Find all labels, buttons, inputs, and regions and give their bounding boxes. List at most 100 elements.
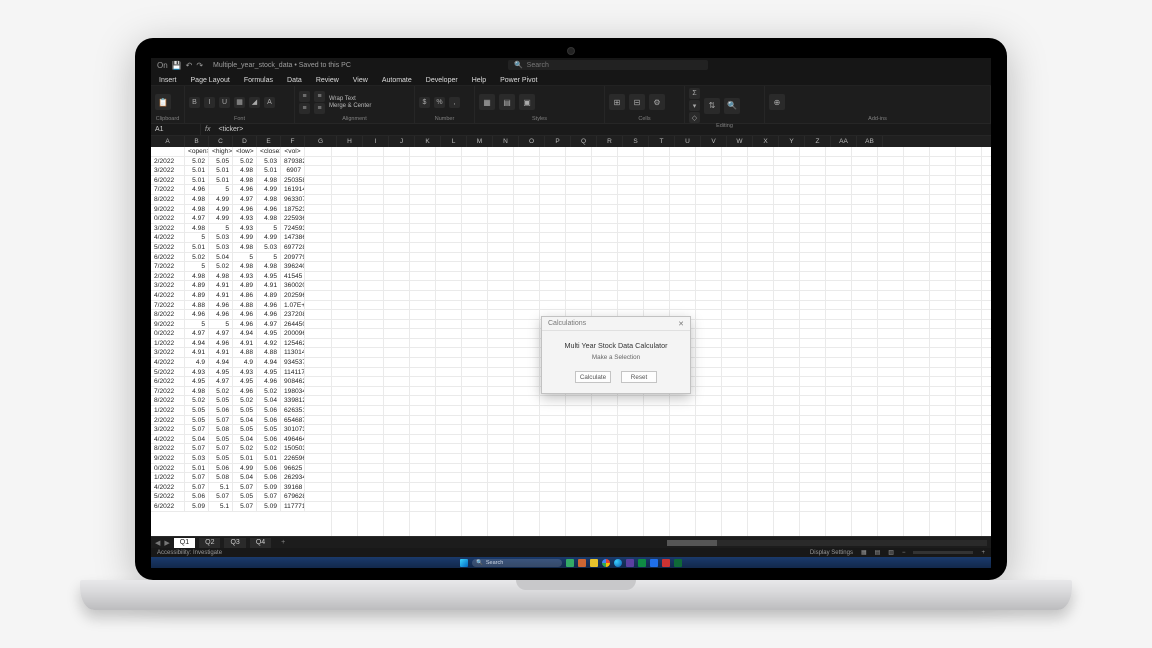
- column-header[interactable]: U: [675, 136, 701, 147]
- cell[interactable]: 4.99: [209, 205, 233, 214]
- cell[interactable]: 5.05: [209, 435, 233, 444]
- cell[interactable]: 4.98: [233, 176, 257, 185]
- cell[interactable]: 4.91: [185, 348, 209, 357]
- cell[interactable]: 4.95: [209, 368, 233, 377]
- column-header[interactable]: R: [597, 136, 623, 147]
- cell[interactable]: 4.94: [257, 358, 281, 367]
- ribbon-tab[interactable]: Formulas: [242, 76, 275, 85]
- cell[interactable]: 5.07: [209, 492, 233, 501]
- cell[interactable]: 5.02: [185, 396, 209, 405]
- cell[interactable]: 4.95: [185, 377, 209, 386]
- percent-icon[interactable]: %: [434, 97, 445, 108]
- clear-icon[interactable]: ◇: [689, 112, 700, 123]
- cell[interactable]: 41545: [281, 272, 305, 281]
- taskbar-app-icon[interactable]: [650, 559, 658, 567]
- cell[interactable]: 4.9: [233, 358, 257, 367]
- column-header[interactable]: L: [441, 136, 467, 147]
- cell[interactable]: 5.03: [257, 157, 281, 166]
- cell[interactable]: 4.89: [185, 281, 209, 290]
- cell[interactable]: 1141170: [281, 368, 305, 377]
- cell[interactable]: 5.01: [209, 176, 233, 185]
- cell[interactable]: 4.98: [185, 272, 209, 281]
- cell[interactable]: 5: [185, 320, 209, 329]
- search-box[interactable]: 🔍 Search: [508, 60, 708, 70]
- cell[interactable]: 8/2022: [151, 195, 185, 204]
- merge-center-button[interactable]: Merge & Center: [329, 103, 371, 109]
- cell[interactable]: 187523: [281, 205, 305, 214]
- cell[interactable]: 4.96: [257, 301, 281, 310]
- cell[interactable]: 237208: [281, 310, 305, 319]
- cell[interactable]: 5: [257, 224, 281, 233]
- cell[interactable]: 4.91: [209, 291, 233, 300]
- cell[interactable]: 5.04: [233, 435, 257, 444]
- add-sheet-button[interactable]: +: [275, 538, 291, 548]
- cell[interactable]: 5/2022: [151, 492, 185, 501]
- start-button[interactable]: [460, 559, 468, 567]
- cell[interactable]: 5.05: [233, 425, 257, 434]
- cell[interactable]: 724593: [281, 224, 305, 233]
- cell[interactable]: 4.98: [185, 205, 209, 214]
- format-cells-icon[interactable]: ⚙: [649, 94, 665, 110]
- cell[interactable]: 5.08: [209, 425, 233, 434]
- reset-button[interactable]: Reset: [621, 371, 657, 383]
- cell[interactable]: 3/2022: [151, 425, 185, 434]
- cell[interactable]: 6/2022: [151, 502, 185, 511]
- cell[interactable]: 5/2022: [151, 243, 185, 252]
- cell[interactable]: 4/2022: [151, 358, 185, 367]
- column-header[interactable]: V: [701, 136, 727, 147]
- cell[interactable]: 5.02: [185, 157, 209, 166]
- cell[interactable]: 4.98: [257, 195, 281, 204]
- fill-color-icon[interactable]: ◢: [249, 97, 260, 108]
- cell[interactable]: 4.89: [233, 281, 257, 290]
- cell[interactable]: 4.89: [185, 291, 209, 300]
- zoom-in-button[interactable]: +: [981, 550, 985, 556]
- cell[interactable]: 4.89: [257, 291, 281, 300]
- cell[interactable]: 360020: [281, 281, 305, 290]
- cell[interactable]: 5.04: [185, 435, 209, 444]
- cell[interactable]: 5.09: [185, 502, 209, 511]
- cell[interactable]: 9/2022: [151, 454, 185, 463]
- cell[interactable]: 5.04: [233, 416, 257, 425]
- cell[interactable]: 5.02: [233, 444, 257, 453]
- cell[interactable]: 3/2022: [151, 166, 185, 175]
- column-header[interactable]: N: [493, 136, 519, 147]
- cell[interactable]: 5.01: [185, 166, 209, 175]
- column-header[interactable]: AA: [831, 136, 857, 147]
- cell[interactable]: 5.04: [233, 473, 257, 482]
- sheet-tab[interactable]: Q1: [174, 538, 195, 548]
- cell[interactable]: 4.91: [233, 339, 257, 348]
- column-header[interactable]: K: [415, 136, 441, 147]
- cell[interactable]: 396240: [281, 262, 305, 271]
- ribbon-tab[interactable]: Automate: [380, 76, 414, 85]
- taskbar-app-icon[interactable]: [626, 559, 634, 567]
- cell[interactable]: 5.02: [233, 157, 257, 166]
- ribbon-tab[interactable]: Power Pivot: [498, 76, 539, 85]
- cell[interactable]: 8/2022: [151, 444, 185, 453]
- cell[interactable]: 4.95: [257, 329, 281, 338]
- ribbon-tab[interactable]: Page Layout: [189, 76, 232, 85]
- cell[interactable]: 4.99: [257, 185, 281, 194]
- cell[interactable]: 5.08: [209, 473, 233, 482]
- cell[interactable]: 4/2022: [151, 233, 185, 242]
- cell[interactable]: 147386: [281, 233, 305, 242]
- column-header[interactable]: F: [281, 136, 305, 147]
- taskbar-search[interactable]: 🔍 Search: [472, 559, 562, 567]
- autosum-icon[interactable]: Σ: [689, 88, 700, 99]
- cell[interactable]: 5.01: [185, 464, 209, 473]
- cell[interactable]: 4.99: [233, 464, 257, 473]
- ribbon-tab[interactable]: Review: [314, 76, 341, 85]
- cell[interactable]: 2/2022: [151, 272, 185, 281]
- cell[interactable]: 4.99: [209, 195, 233, 204]
- cell[interactable]: 4.96: [233, 310, 257, 319]
- border-icon[interactable]: ▦: [234, 97, 245, 108]
- cell[interactable]: 4.96: [233, 320, 257, 329]
- sheet-tab[interactable]: Q2: [199, 538, 220, 548]
- cell[interactable]: 5.09: [257, 502, 281, 511]
- cell[interactable]: 4.98: [257, 214, 281, 223]
- column-header[interactable]: I: [363, 136, 389, 147]
- cell[interactable]: 4.88: [185, 301, 209, 310]
- name-box[interactable]: A1: [151, 124, 201, 135]
- cell[interactable]: 5.05: [185, 416, 209, 425]
- sheet-nav-next-icon[interactable]: ▶: [164, 539, 169, 547]
- ribbon-tab[interactable]: Data: [285, 76, 304, 85]
